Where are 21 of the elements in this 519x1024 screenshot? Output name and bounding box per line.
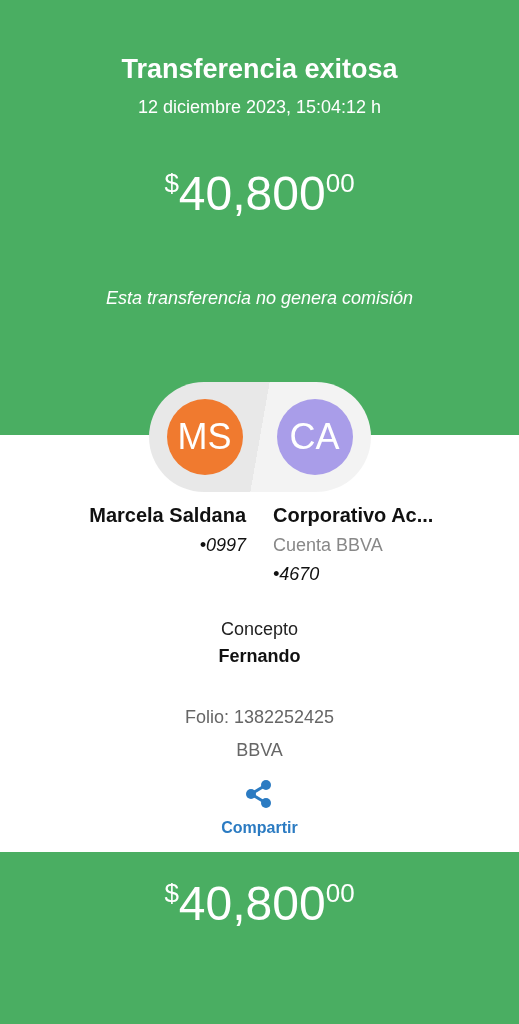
bank-label: Cuenta BBVA <box>273 535 383 556</box>
folio-text: Folio: 1382252425 <box>184 707 335 728</box>
screen-title: Transferencia exitosa <box>121 54 398 85</box>
account-number: •0997 <box>199 535 246 556</box>
amount-cents: 00 <box>325 170 355 196</box>
concept-label: Concepto <box>220 619 299 640</box>
concept-value: Fernando <box>218 646 301 667</box>
amount-cents: 00 <box>325 880 355 906</box>
amount-value: 40,800 <box>178 880 326 928</box>
party-name: Marcela Saldana <box>89 504 246 527</box>
transfer-date: 12 diciembre 2023, 15:04:12 h <box>137 97 382 118</box>
avatar: CA <box>276 399 353 475</box>
currency-symbol: $ <box>164 880 179 906</box>
account-number: •4670 <box>273 564 320 585</box>
fee-note: Esta transferencia no genera comisión <box>105 288 414 309</box>
share-button[interactable]: Compartir <box>221 779 298 837</box>
avatar: MS <box>166 399 243 475</box>
party-name: Corporativo Ac... <box>273 504 434 527</box>
currency-symbol: $ <box>164 170 179 196</box>
amount-value: 40,800 <box>178 170 326 218</box>
bank-text: BBVA <box>236 740 283 761</box>
